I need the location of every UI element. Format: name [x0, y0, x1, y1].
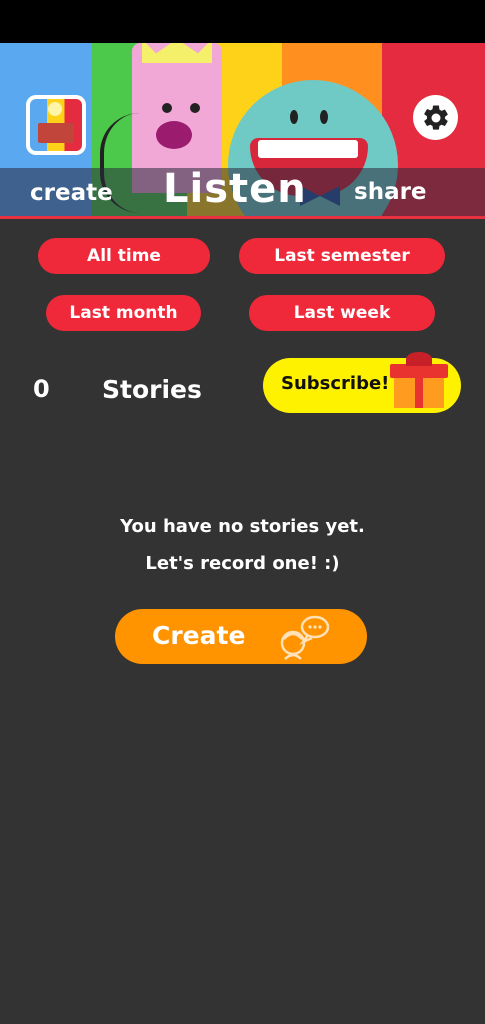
storyteller-icon: [280, 615, 330, 660]
filter-all-time-button[interactable]: All time: [38, 238, 210, 274]
filter-last-month-button[interactable]: Last month: [46, 295, 201, 331]
stories-count: 0: [33, 375, 50, 403]
filter-last-week-button[interactable]: Last week: [249, 295, 435, 331]
empty-state-prompt: Let's record one! :): [145, 553, 340, 574]
lightbulb-icon: [48, 102, 62, 116]
stories-label: Stories: [102, 375, 202, 404]
empty-state-message: You have no stories yet.: [120, 516, 365, 537]
status-bar: [0, 0, 485, 43]
tab-share[interactable]: share: [354, 179, 427, 205]
tab-create[interactable]: create: [30, 180, 113, 206]
app-logo-button[interactable]: [26, 95, 86, 155]
gear-icon: [423, 104, 448, 130]
crown-icon: [142, 43, 212, 63]
create-button-label: Create: [152, 621, 246, 650]
filter-last-semester-button[interactable]: Last semester: [239, 238, 445, 274]
book-icon: [38, 123, 74, 143]
tab-underline: [0, 216, 485, 219]
subscribe-label: Subscribe!: [281, 373, 390, 394]
tab-listen[interactable]: Listen: [163, 166, 307, 212]
create-button[interactable]: Create: [115, 609, 367, 664]
settings-button[interactable]: [413, 95, 458, 140]
gift-icon[interactable]: [390, 352, 448, 408]
